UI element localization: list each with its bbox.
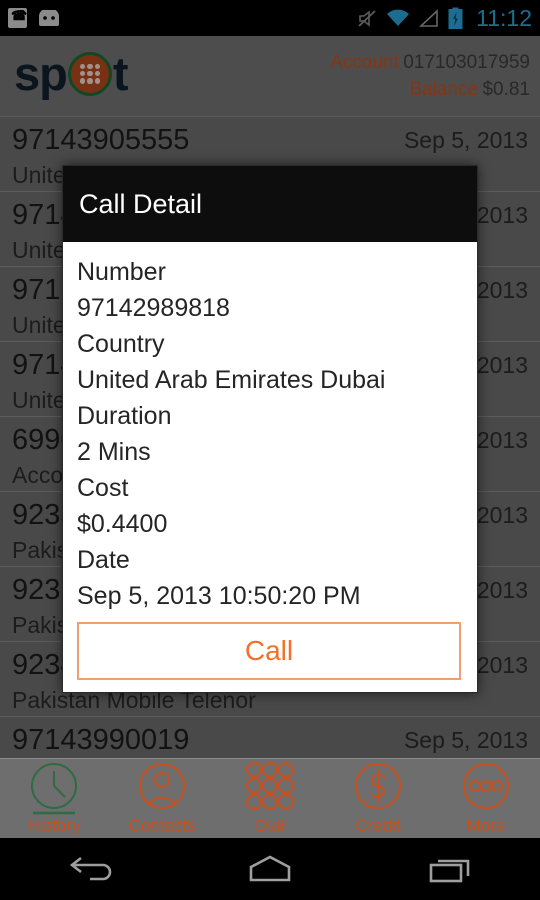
tab-more[interactable]: More: [432, 759, 540, 838]
back-button[interactable]: [0, 852, 180, 886]
tab-dial[interactable]: Dial: [216, 759, 324, 838]
call-detail-dialog: Call Detail Number 97142989818 Country Unit…: [62, 165, 478, 693]
home-icon: [249, 855, 291, 882]
tab-history-label: History: [27, 816, 81, 835]
keypad-icon: [246, 762, 294, 810]
ellipsis-icon: [463, 763, 509, 809]
recents-icon: [429, 859, 470, 883]
home-button[interactable]: [180, 852, 360, 886]
tab-credit[interactable]: Credit: [324, 759, 432, 838]
dialog-field-label: Cost: [77, 474, 129, 502]
app-screen: ☎ IP 11:12 sp t Account 017103017959 Bal…: [0, 0, 540, 900]
dialog-field-value: 2 Mins: [77, 438, 151, 466]
tab-more-label: More: [466, 816, 506, 835]
back-arrow-icon: [69, 856, 112, 881]
dialog-field-value: 97142989818: [77, 294, 230, 322]
recents-button[interactable]: [360, 852, 540, 886]
android-navigation-bar: [0, 838, 540, 900]
dialog-field-label: Number: [77, 258, 166, 286]
dialog-field-label: Date: [77, 546, 130, 574]
clock-icon: [31, 763, 77, 815]
dialog-field-label: Duration: [77, 402, 172, 430]
tab-credit-label: Credit: [355, 816, 401, 835]
dialog-field-value: $0.4400: [77, 510, 168, 538]
dialog-title: Call Detail: [63, 166, 477, 242]
bottom-tab-bar: History Contacts Dial Credit More: [0, 758, 540, 838]
person-icon: [139, 763, 185, 809]
tab-history[interactable]: History: [0, 759, 108, 838]
dialog-field-value: Sep 5, 2013 10:50:20 PM: [77, 582, 361, 610]
dialog-field-label: Country: [77, 330, 165, 358]
dialog-field-value: United Arab Emirates Dubai: [77, 366, 386, 394]
dialog-body: Number 97142989818 Country United Arab Emir…: [63, 242, 477, 680]
tab-dial-label: Dial: [255, 816, 285, 835]
call-button[interactable]: Call: [77, 622, 461, 680]
dollar-icon: [355, 763, 401, 809]
tab-contacts-label: Contacts: [128, 816, 196, 835]
tab-contacts[interactable]: Contacts: [108, 759, 216, 838]
